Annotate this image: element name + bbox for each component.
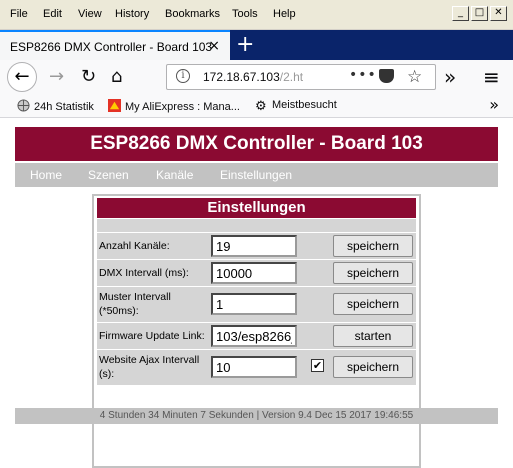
- reload-icon[interactable]: ↻: [81, 67, 96, 87]
- menu-bookmarks[interactable]: Bookmarks: [165, 8, 220, 20]
- bookmark-meistbesucht[interactable]: ⚙ Meistbesucht: [255, 99, 337, 113]
- setting-label: Website Ajax Intervall (s):: [99, 354, 200, 380]
- site-navigation: Home Szenen Kanäle Einstellungen: [15, 163, 498, 187]
- page-content: ESP8266 DMX Controller - Board 103 Home …: [0, 118, 513, 468]
- save-ajax-interval-button[interactable]: speichern: [333, 356, 413, 378]
- bookmarks-toolbar: 24h Statistik My AliExpress : Mana... ⚙ M…: [0, 94, 513, 118]
- menu-help[interactable]: Help: [273, 8, 296, 20]
- home-icon[interactable]: ⌂: [111, 67, 122, 87]
- page-title: ESP8266 DMX Controller - Board 103: [15, 127, 498, 161]
- close-window-button[interactable]: ✕: [490, 6, 507, 21]
- back-button[interactable]: ←: [7, 62, 37, 92]
- bookmark-aliexpress[interactable]: My AliExpress : Mana...: [108, 99, 240, 113]
- ajax-interval-input[interactable]: [211, 356, 297, 378]
- new-tab-button[interactable]: +: [236, 32, 254, 57]
- url-path: /2.ht: [279, 70, 304, 84]
- url-host: 172.18.67.103: [203, 70, 280, 84]
- menu-tools[interactable]: Tools: [232, 8, 258, 20]
- setting-label: Firmware Update Link:: [99, 330, 205, 342]
- menu-history[interactable]: History: [115, 8, 149, 20]
- bookmark-label: My AliExpress : Mana...: [125, 101, 240, 113]
- setting-row-dmx-interval: DMX Intervall (ms): speichern: [97, 260, 416, 286]
- close-tab-icon[interactable]: ×: [208, 38, 220, 54]
- minimize-button[interactable]: _: [452, 6, 469, 21]
- save-pattern-interval-button[interactable]: speichern: [333, 293, 413, 315]
- bookmark-star-icon[interactable]: ☆: [407, 67, 422, 87]
- settings-panel: Einstellungen Anzahl Kanäle: speichern D…: [92, 194, 421, 468]
- ajax-enabled-checkbox[interactable]: ✔: [311, 359, 324, 372]
- nav-link-einstellungen[interactable]: Einstellungen: [220, 168, 292, 182]
- settings-panel-title: Einstellungen: [97, 198, 416, 218]
- tab-bar: ESP8266 DMX Controller - Board 103 × +: [0, 30, 513, 60]
- setting-label: Anzahl Kanäle:: [99, 240, 170, 252]
- site-info-icon[interactable]: i: [176, 69, 190, 83]
- menu-edit[interactable]: Edit: [43, 8, 62, 20]
- menu-bar: File Edit View History Bookmarks Tools H…: [0, 0, 513, 30]
- save-dmx-interval-button[interactable]: speichern: [333, 262, 413, 284]
- window-controls: _ □ ✕: [452, 6, 507, 21]
- tab-active[interactable]: ESP8266 DMX Controller - Board 103 ×: [0, 30, 230, 60]
- bookmark-24h-statistik[interactable]: 24h Statistik: [17, 99, 94, 113]
- dmx-interval-input[interactable]: [211, 262, 297, 284]
- setting-label: DMX Intervall (ms):: [99, 267, 189, 279]
- setting-row-channels: Anzahl Kanäle: speichern: [97, 233, 416, 259]
- maximize-button[interactable]: □: [471, 6, 488, 21]
- setting-label: Muster Intervall (*50ms):: [99, 291, 171, 317]
- setting-row-firmware: Firmware Update Link: starten: [97, 323, 416, 349]
- aliexpress-icon: [108, 99, 121, 112]
- url-bar[interactable]: i 172.18.67.103/2.ht ••• ☆: [166, 64, 436, 90]
- firmware-link-input[interactable]: [211, 325, 297, 347]
- panel-separator: [97, 219, 416, 232]
- toolbar-overflow-icon[interactable]: »: [444, 67, 456, 87]
- globe-icon: [17, 99, 30, 112]
- forward-icon[interactable]: →: [49, 67, 64, 87]
- navigation-toolbar: ← → ↻ ⌂ i 172.18.67.103/2.ht ••• ☆ » ≡: [0, 60, 513, 94]
- pattern-interval-input[interactable]: [211, 293, 297, 315]
- bookmark-label: 24h Statistik: [34, 101, 94, 113]
- firmware-start-button[interactable]: starten: [333, 325, 413, 347]
- hamburger-menu-icon[interactable]: ≡: [483, 67, 500, 87]
- nav-link-szenen[interactable]: Szenen: [88, 168, 129, 182]
- tab-title: ESP8266 DMX Controller - Board 103: [10, 40, 213, 54]
- nav-link-home[interactable]: Home: [30, 168, 62, 182]
- setting-row-ajax-interval: Website Ajax Intervall (s): ✔ speichern: [97, 350, 416, 385]
- bookmark-label: Meistbesucht: [272, 99, 337, 111]
- menu-file[interactable]: File: [10, 8, 28, 20]
- gear-icon: ⚙: [255, 99, 267, 114]
- nav-link-kanaele[interactable]: Kanäle: [156, 168, 193, 182]
- status-footer: 4 Stunden 34 Minuten 7 Sekunden | Versio…: [15, 408, 498, 424]
- pocket-icon[interactable]: [379, 69, 394, 83]
- channels-input[interactable]: [211, 235, 297, 257]
- setting-row-pattern-interval: Muster Intervall (*50ms): speichern: [97, 287, 416, 322]
- save-channels-button[interactable]: speichern: [333, 235, 413, 257]
- page-actions-icon[interactable]: •••: [349, 67, 377, 83]
- url-text[interactable]: 172.18.67.103/2.ht: [203, 70, 303, 84]
- bookmarks-overflow-icon[interactable]: »: [489, 95, 499, 114]
- menu-view[interactable]: View: [78, 8, 102, 20]
